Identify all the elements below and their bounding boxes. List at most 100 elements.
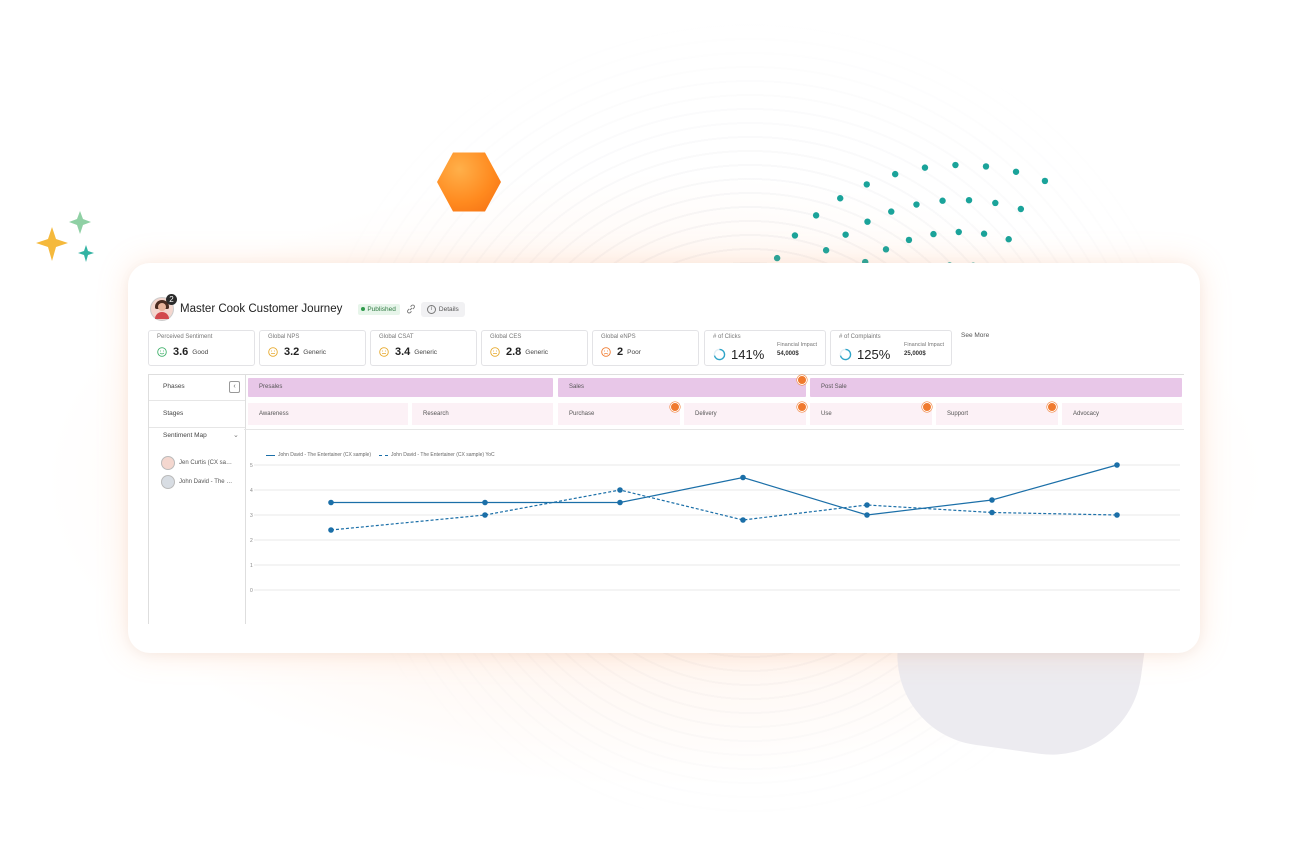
phases-label: Phases — [163, 383, 185, 390]
decor-dot — [864, 218, 871, 225]
persona-avatar — [161, 456, 175, 470]
grid-divider — [148, 374, 1184, 375]
y-tick-label: 5 — [250, 463, 253, 469]
decor-dot — [882, 246, 890, 253]
decor-dot — [1041, 177, 1049, 185]
persona-item[interactable]: John David - The … — [161, 475, 232, 489]
metric-global-ces[interactable]: Global CES 2.8 Generic — [481, 330, 588, 366]
data-point[interactable] — [1114, 462, 1120, 468]
metric-rating: Generic — [414, 348, 438, 356]
decor-dot — [952, 161, 959, 169]
flag-icon[interactable] — [797, 402, 807, 412]
metric-global-csat[interactable]: Global CSAT 3.4 Generic — [370, 330, 477, 366]
decor-dot — [930, 230, 937, 238]
decor-dot — [939, 197, 946, 204]
decor-dot — [842, 231, 849, 238]
flag-icon[interactable] — [797, 375, 807, 385]
sentiment-map-label: Sentiment Map — [163, 432, 207, 439]
decor-dot — [791, 232, 799, 239]
decor-dot — [980, 230, 988, 237]
y-tick-label: 1 — [250, 563, 253, 569]
decor-dot — [955, 228, 962, 236]
data-point[interactable] — [864, 502, 870, 508]
phase-label: Presales — [259, 384, 283, 390]
progress-ring-icon — [713, 348, 726, 361]
kpi-label: # of Clicks — [713, 334, 741, 340]
decor-dot — [891, 170, 899, 178]
data-point[interactable] — [989, 509, 995, 516]
flag-icon[interactable] — [1047, 402, 1057, 412]
status-dot-icon — [361, 307, 366, 311]
data-point[interactable] — [328, 499, 334, 506]
data-point[interactable] — [482, 499, 488, 506]
phase-label: Sales — [569, 384, 585, 390]
y-tick-label: 4 — [250, 488, 253, 494]
data-point[interactable] — [617, 487, 623, 493]
phase-sales[interactable]: Sales — [558, 378, 806, 397]
owner-avatar[interactable]: 2 — [150, 294, 177, 321]
kpi-financial-label: Financial Impact — [777, 342, 818, 348]
stage-label: Advocacy — [1073, 411, 1100, 417]
kpi-clicks[interactable]: # of Clicks 141% Financial Impact 54,000… — [704, 330, 826, 366]
metric-perceived-sentiment[interactable]: Perceived Sentiment 3.6 Good — [148, 330, 255, 366]
decor-dot — [773, 254, 781, 262]
phase-presales[interactable]: Presales — [248, 378, 553, 397]
flag-icon[interactable] — [922, 402, 932, 412]
stage-research[interactable]: Research — [412, 403, 553, 425]
chevron-down-icon[interactable]: ⌄ — [233, 431, 239, 439]
kpi-label: # of Complaints — [839, 334, 881, 340]
smiley-orange-icon — [601, 347, 611, 357]
decor-dot — [913, 201, 920, 208]
collapse-chevron-icon[interactable]: ‹ — [229, 381, 240, 393]
details-label: Details — [438, 305, 459, 313]
persona-name: John David - The … — [179, 479, 233, 485]
data-point[interactable] — [482, 512, 488, 518]
data-point[interactable] — [740, 517, 746, 523]
journey-header: 2 Master Cook Customer Journey Published… — [150, 294, 465, 321]
stage-label: Awareness — [259, 411, 289, 417]
smiley-yellow-icon — [268, 347, 278, 357]
kpi-value: 125% — [857, 347, 891, 362]
data-point[interactable] — [864, 512, 870, 518]
stage-use[interactable]: Use — [810, 403, 932, 425]
metric-global-nps[interactable]: Global NPS 3.2 Generic — [259, 330, 366, 366]
sentiment-map-header[interactable]: Sentiment Map ⌄ — [149, 429, 245, 443]
metric-rating: Poor — [627, 348, 641, 356]
persona-name: Jen Curtis (CX sa… — [179, 460, 233, 466]
decor-dot — [837, 195, 844, 202]
decor-dot — [905, 236, 913, 244]
data-point[interactable] — [328, 527, 334, 533]
flag-icon[interactable] — [670, 402, 680, 412]
sparkles-icon — [36, 211, 94, 262]
metric-value: 3.6 — [173, 346, 189, 358]
phase-post-sale[interactable]: Post Sale — [810, 378, 1182, 397]
stage-awareness[interactable]: Awareness — [248, 403, 408, 425]
metric-label: Global eNPS — [601, 334, 636, 340]
y-tick-label: 3 — [250, 513, 253, 519]
sentiment-line-chart: 0 1 2 3 4 5 — [250, 462, 1180, 594]
row-divider — [149, 427, 245, 428]
link-icon[interactable] — [406, 304, 416, 314]
data-point[interactable] — [1114, 512, 1120, 518]
metric-global-enps[interactable]: Global eNPS 2 Poor — [592, 330, 699, 366]
see-more-link[interactable]: See More — [961, 332, 989, 339]
stage-support[interactable]: Support — [936, 403, 1058, 425]
data-point[interactable] — [617, 499, 623, 506]
stage-purchase[interactable]: Purchase — [558, 403, 680, 425]
data-point[interactable] — [989, 497, 995, 503]
kpi-complaints[interactable]: # of Complaints 125% Financial Impact 25… — [830, 330, 952, 366]
stage-advocacy[interactable]: Advocacy — [1062, 403, 1182, 425]
data-point[interactable] — [740, 474, 746, 481]
stage-label: Support — [947, 411, 969, 417]
decor-dot — [822, 247, 830, 254]
details-button[interactable]: i Details — [420, 301, 465, 317]
decor-dot — [1012, 168, 1020, 175]
stages-label: Stages — [163, 410, 184, 417]
stage-delivery[interactable]: Delivery — [684, 403, 806, 425]
smiley-green-icon — [157, 347, 167, 357]
phase-label: Post Sale — [821, 384, 847, 390]
persona-item[interactable]: Jen Curtis (CX sa… — [161, 456, 232, 470]
phases-row-header: Phases ‹ — [149, 374, 245, 398]
metric-value: 2 — [617, 346, 624, 358]
stage-label: Use — [821, 411, 832, 417]
